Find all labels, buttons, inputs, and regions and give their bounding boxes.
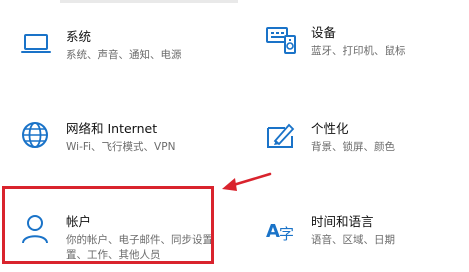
tile-network[interactable]: 网络和 Internet Wi-Fi、飞行模式、VPN	[20, 120, 220, 154]
settings-page: 系统 系统、声音、通知、电源 设备 蓝牙、打印机、鼠标 网络和 Internet…	[0, 0, 469, 272]
top-divider	[60, 0, 238, 3]
tile-network-title: 网络和 Internet	[66, 121, 158, 136]
tile-network-desc: Wi-Fi、飞行模式、VPN	[66, 140, 175, 155]
annotation-arrow-icon	[222, 172, 272, 191]
tile-personalization-title: 个性化	[311, 121, 349, 136]
tile-devices[interactable]: 设备 蓝牙、打印机、鼠标	[265, 24, 455, 60]
tile-time-language-title: 时间和语言	[311, 214, 374, 229]
tile-devices-title: 设备	[311, 25, 337, 40]
time-language-icon: A 字	[265, 213, 297, 245]
tile-time-language-desc-line: 语音、区域、日期	[311, 234, 395, 246]
tile-time-language-desc: 语音、区域、日期	[311, 233, 395, 248]
tile-devices-desc: 蓝牙、打印机、鼠标	[311, 44, 406, 59]
tile-time-language[interactable]: A 字 时间和语言 语音、区域、日期	[265, 213, 455, 249]
svg-text:A: A	[266, 221, 280, 242]
tile-devices-desc-line: 蓝牙、打印机、鼠标	[311, 45, 406, 57]
tile-personalization[interactable]: 个性化 背景、锁屏、颜色	[265, 120, 455, 154]
globe-icon	[20, 120, 52, 152]
devices-icon	[265, 24, 297, 56]
tile-network-desc-line: Wi-Fi、飞行模式、VPN	[66, 141, 176, 153]
annotation-highlight-box	[2, 186, 214, 264]
personalization-icon	[265, 120, 297, 152]
tile-system-desc-line: 系统、声音、通知、电源	[66, 49, 182, 61]
tile-personalization-desc: 背景、锁屏、颜色	[311, 140, 395, 155]
tile-system[interactable]: 系统 系统、声音、通知、电源	[20, 28, 220, 62]
laptop-icon	[20, 28, 52, 60]
tile-personalization-desc-line: 背景、锁屏、颜色	[311, 141, 395, 153]
tile-system-desc: 系统、声音、通知、电源	[66, 48, 182, 63]
svg-text:字: 字	[279, 225, 294, 243]
tile-system-title: 系统	[66, 29, 92, 44]
